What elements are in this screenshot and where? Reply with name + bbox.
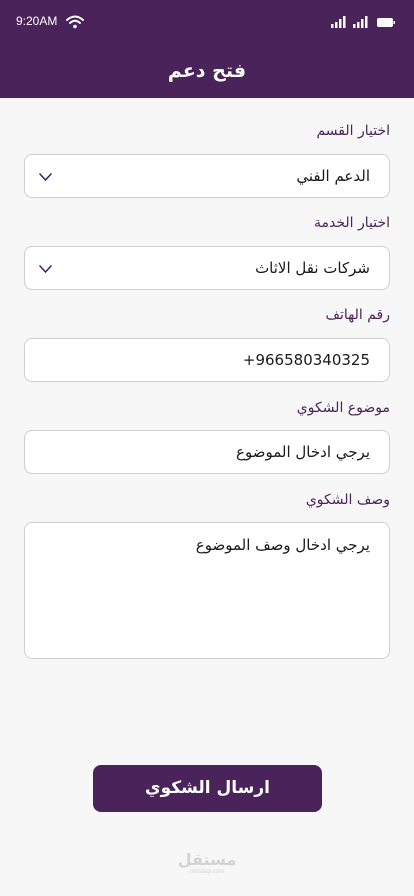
status-bar: 9:20AM — [0, 0, 414, 44]
service-value: شركات نقل الاثاث — [255, 259, 370, 277]
phone-value: +966580340325 — [242, 351, 370, 369]
department-label: اختيار القسم — [316, 123, 390, 139]
battery-icon — [377, 18, 395, 27]
watermark-logo: مستقل mostaql.com — [0, 852, 414, 876]
subject-label: موضوع الشكوي — [296, 400, 390, 416]
chevron-down-icon — [39, 173, 52, 181]
signal-icon — [353, 16, 368, 28]
watermark-sub: mostaql.com — [189, 869, 224, 875]
subject-placeholder: يرجي ادخال الموضوع — [236, 443, 370, 461]
page-title: فتح دعم — [167, 60, 247, 82]
app-header: 9:20AM فتح دعم — [0, 0, 414, 98]
department-value: الدعم الفني — [296, 167, 370, 185]
signal-icon — [331, 16, 346, 28]
phone-field[interactable]: +966580340325 — [24, 338, 390, 382]
watermark-text: مستقل — [177, 850, 237, 869]
phone-label: رقم الهاتف — [325, 307, 390, 323]
description-textarea[interactable]: يرجي ادخال وصف الموضوع — [24, 522, 390, 659]
status-time: 9:20AM — [16, 14, 58, 28]
subject-input[interactable]: يرجي ادخال الموضوع — [24, 430, 390, 474]
description-label: وصف الشكوي — [305, 492, 390, 508]
chevron-down-icon — [39, 265, 52, 273]
service-label: اختيار الخدمة — [313, 215, 390, 231]
service-select[interactable]: شركات نقل الاثاث — [24, 246, 390, 290]
department-select[interactable]: الدعم الفني — [24, 154, 390, 198]
submit-complaint-button[interactable]: ارسال الشكوي — [93, 765, 322, 812]
wifi-icon — [66, 15, 84, 29]
description-placeholder: يرجي ادخال وصف الموضوع — [195, 536, 370, 554]
